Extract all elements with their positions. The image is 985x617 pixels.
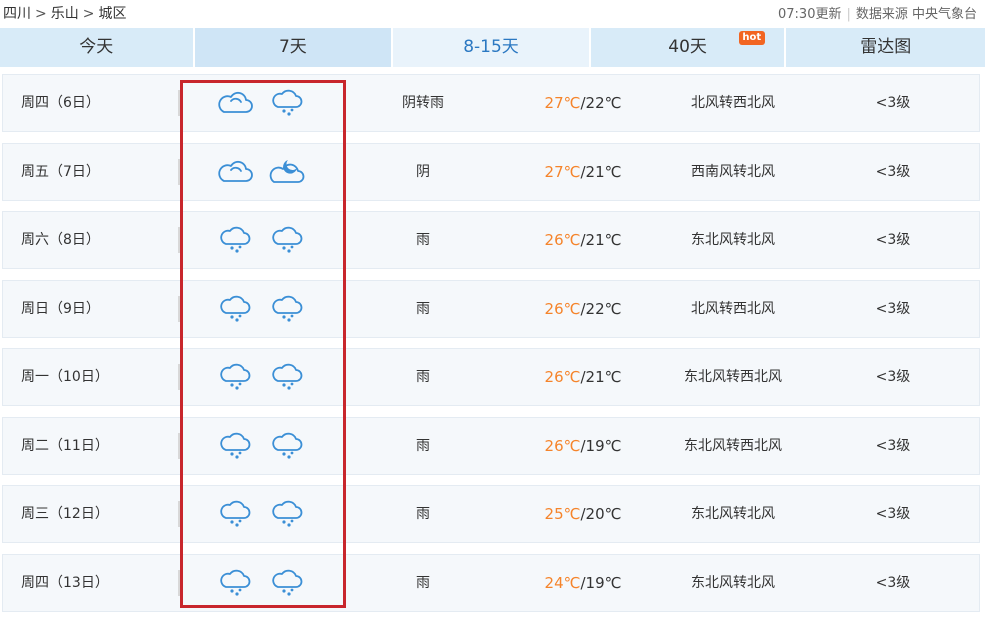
wind-direction: 西南风转北风 — [691, 163, 775, 180]
forecast-day: 周三（12日） — [21, 506, 109, 522]
tab-40day-label: 40天 — [668, 37, 707, 57]
temperature: 26℃/19℃ — [513, 418, 653, 474]
breadcrumb-city[interactable]: 乐山 — [51, 3, 79, 23]
temp-low: /22℃ — [580, 94, 622, 112]
weather-desc: 阴 — [416, 163, 430, 180]
tab-8-15day[interactable]: 8-15天 — [393, 28, 589, 67]
temp-high: 26℃ — [544, 368, 581, 386]
update-time: 07:30更新 — [778, 7, 842, 22]
wind-direction: 东北风转北风 — [691, 506, 775, 522]
forecast-day: 周五（7日） — [21, 163, 100, 180]
forecast-row[interactable]: 周六（8日） 雨 26℃/21℃ 东北风转北风 <3级 — [2, 211, 980, 269]
weather-desc: 雨 — [416, 232, 430, 248]
wind-level: <3级 — [875, 369, 911, 385]
temperature: 26℃/21℃ — [513, 212, 653, 268]
top-bar: 四川 > 乐山 > 城区 07:30更新 | 数据来源 中央气象台 — [0, 0, 985, 24]
temp-high: 27℃ — [544, 162, 581, 181]
wind-level: <3级 — [875, 506, 911, 522]
temp-low: /21℃ — [580, 368, 622, 386]
weather-desc: 雨 — [416, 506, 430, 522]
temp-low: /19℃ — [580, 573, 622, 592]
tab-radar[interactable]: 雷达图 — [786, 28, 985, 67]
forecast-row[interactable]: 周日（9日） 雨 26℃/22℃ 北风转西北风 <3级 — [2, 279, 980, 338]
tab-7day[interactable]: 7天 — [194, 28, 392, 67]
tab-40day[interactable]: 40天 hot — [590, 28, 785, 67]
temp-high: 24℃ — [544, 573, 581, 592]
breadcrumb-separator: > — [82, 6, 95, 22]
wind-direction: 北风转西北风 — [691, 95, 775, 111]
meta-divider: | — [846, 7, 851, 22]
weather-desc: 雨 — [416, 300, 430, 317]
wind-level: <3级 — [875, 300, 911, 317]
forecast-row[interactable]: 周五（7日） 阴 27℃/21℃ 西南风转北风 <3级 — [2, 142, 980, 201]
data-source: 数据来源 中央气象台 — [855, 7, 977, 22]
breadcrumb: 四川 > 乐山 > 城区 — [3, 3, 126, 23]
wind-direction: 东北风转北风 — [691, 232, 775, 248]
wind-direction: 东北风转北风 — [691, 574, 775, 591]
temp-low: /19℃ — [580, 436, 622, 455]
hot-badge: hot — [738, 31, 765, 45]
forecast-row[interactable]: 周三（12日） 雨 25℃/20℃ 东北风转北风 <3级 — [2, 485, 980, 543]
temp-high: 26℃ — [544, 299, 581, 318]
forecast-day: 周四（6日） — [21, 95, 100, 111]
breadcrumb-district[interactable]: 城区 — [98, 3, 126, 23]
temp-low: /21℃ — [580, 162, 622, 181]
breadcrumb-separator: > — [35, 6, 47, 22]
temp-high: 25℃ — [544, 505, 581, 523]
wind-level: <3级 — [875, 232, 911, 248]
temp-low: /21℃ — [580, 231, 622, 249]
wind-level: <3级 — [875, 574, 911, 591]
wind-level: <3级 — [875, 95, 911, 111]
temperature: 25℃/20℃ — [513, 486, 653, 542]
wind-level: <3级 — [875, 163, 911, 180]
forecast-row[interactable]: 周一（10日） 雨 26℃/21℃ 东北风转西北风 <3级 — [2, 348, 980, 406]
temp-low: /20℃ — [580, 505, 622, 523]
forecast-row[interactable]: 周四（6日） 阴转雨 27℃/22℃ 北风转西北风 <3级 — [2, 74, 980, 132]
wind-direction: 东北风转西北风 — [684, 437, 782, 454]
forecast-day: 周二（11日） — [21, 437, 109, 454]
temp-low: /22℃ — [580, 299, 622, 318]
forecast-tabs: 今天 7天 8-15天 40天 hot 雷达图 — [0, 28, 985, 67]
icon-highlight-box — [180, 80, 346, 608]
forecast-day: 周一（10日） — [21, 369, 109, 385]
update-meta: 07:30更新 | 数据来源 中央气象台 — [778, 3, 977, 22]
tab-today[interactable]: 今天 — [0, 28, 193, 67]
wind-direction: 东北风转西北风 — [684, 369, 782, 385]
temperature: 27℃/22℃ — [513, 75, 653, 131]
weather-desc: 阴转雨 — [402, 95, 444, 111]
forecast-day: 周日（9日） — [21, 300, 100, 317]
breadcrumb-province[interactable]: 四川 — [3, 3, 31, 23]
wind-level: <3级 — [875, 437, 911, 454]
forecast-day: 周六（8日） — [21, 232, 100, 248]
temp-high: 26℃ — [544, 436, 581, 455]
wind-direction: 北风转西北风 — [691, 300, 775, 317]
temperature: 24℃/19℃ — [513, 555, 653, 611]
forecast-day: 周四（13日） — [21, 574, 109, 591]
temperature: 26℃/22℃ — [513, 281, 653, 337]
forecast-row[interactable]: 周二（11日） 雨 26℃/19℃ 东北风转西北风 <3级 — [2, 416, 980, 475]
weather-desc: 雨 — [416, 437, 430, 454]
weather-desc: 雨 — [416, 369, 430, 385]
temperature: 27℃/21℃ — [513, 144, 653, 200]
temp-high: 26℃ — [544, 231, 581, 249]
weather-desc: 雨 — [416, 574, 430, 591]
temperature: 26℃/21℃ — [513, 349, 653, 405]
temp-high: 27℃ — [544, 94, 581, 112]
forecast-row[interactable]: 周四（13日） 雨 24℃/19℃ 东北风转北风 <3级 — [2, 553, 980, 612]
